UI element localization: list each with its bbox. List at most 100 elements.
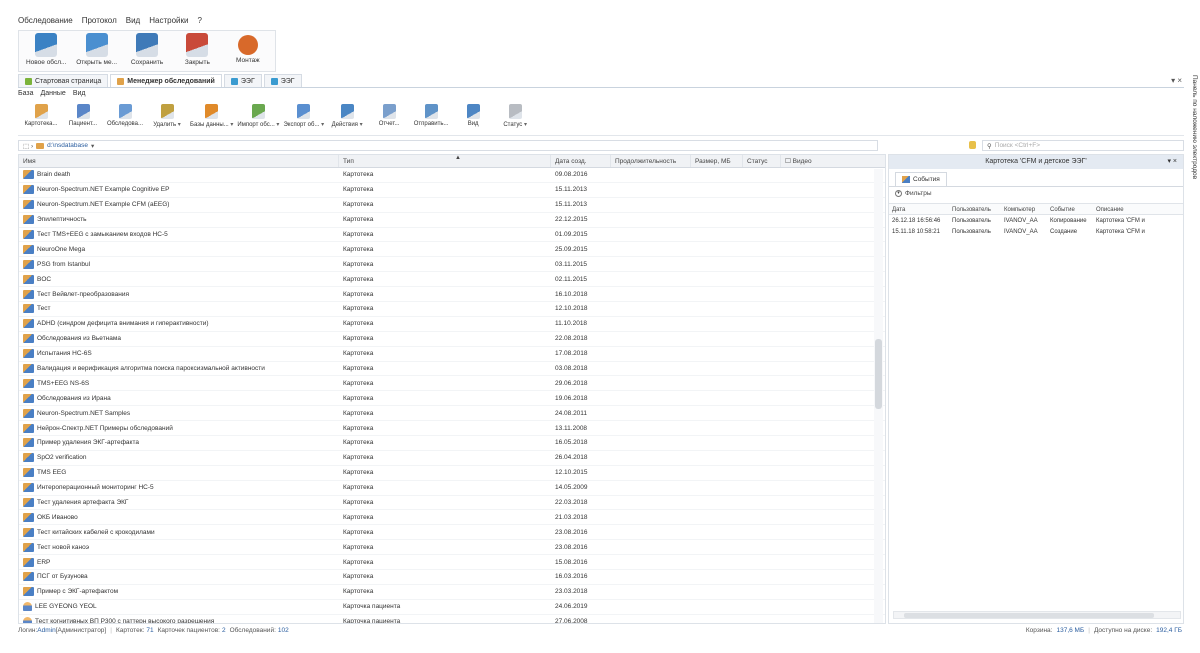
ribbon-button[interactable]: Сохранить xyxy=(124,33,170,69)
search-input[interactable]: ⚲ Поиск <Ctrl+F> xyxy=(982,140,1184,151)
table-row[interactable]: Тест TMS+EEG с замыканием входов НС-5 Кар… xyxy=(19,228,885,243)
events-col-date[interactable]: Дата xyxy=(889,204,949,214)
address-nav[interactable]: ⬚ › xyxy=(23,142,33,150)
table-row[interactable]: Обследования из Ирана Картотека 19.06.2018 xyxy=(19,391,885,407)
submenu-item[interactable]: Вид xyxy=(73,90,86,102)
toolbar-button[interactable]: Обследова... xyxy=(106,104,144,133)
table-row[interactable]: Испытания НС-6S Картотека 17.08.2018 xyxy=(19,347,885,362)
table-row[interactable]: Тест новой каноэ Картотека 23.08.2016 xyxy=(19,540,885,556)
table-row[interactable]: Тест когнитивных ВП P300 с паттерн высок… xyxy=(19,615,885,624)
events-col-computer[interactable]: Компьютер xyxy=(1001,204,1047,214)
grid-scrollbar[interactable] xyxy=(874,169,883,623)
table-row[interactable]: ADHD (синдром дефицита внимания и гипера… xyxy=(19,317,885,332)
table-row[interactable]: Neuron-Spectrum.NET Example CFM (aEEG) Ка… xyxy=(19,198,885,213)
panel-controls[interactable]: ▾ × xyxy=(1167,155,1177,169)
toolbar-button[interactable]: Статус xyxy=(496,104,534,133)
events-col-event[interactable]: Событие xyxy=(1047,204,1093,214)
table-row[interactable]: Нейрон-Спектр.NET Примеры обследований Ка… xyxy=(19,421,885,437)
table-row[interactable]: ПСГ от Бузунова Картотека 16.03.2016 xyxy=(19,570,885,585)
event-row[interactable]: 26.12.18 16:56:46 Пользователь IVANOV_AA Ко… xyxy=(889,215,1183,226)
submenu-item[interactable]: Данные xyxy=(41,90,66,102)
events-scrollbar[interactable] xyxy=(893,611,1181,619)
column-video[interactable]: ☐ Видео xyxy=(781,155,875,167)
events-col-user[interactable]: Пользователь xyxy=(949,204,1001,214)
column-status[interactable]: Статус xyxy=(743,155,781,167)
column-type[interactable]: Тип xyxy=(339,155,551,167)
table-row[interactable]: ОКБ Иваново Картотека 21.03.2018 xyxy=(19,510,885,526)
address-path[interactable]: d:\nsdatabase xyxy=(47,142,88,149)
table-row[interactable]: Тест китайских кабелей с крокодилами Карт… xyxy=(19,525,885,541)
table-row[interactable]: Эпилептичность Картотека 22.12.2015 xyxy=(19,213,885,228)
document-tab[interactable]: ЭЭГ xyxy=(223,74,262,87)
menu-item[interactable]: Настройки xyxy=(149,16,188,30)
table-row[interactable]: Neuron-Spectrum.NET Samples Картотека 24.0… xyxy=(19,406,885,422)
scrollbar-thumb[interactable] xyxy=(875,339,882,409)
window-controls[interactable]: ▾ × xyxy=(1171,76,1182,85)
toolbar-button-label: Вид xyxy=(467,121,479,127)
ribbon-button[interactable]: Новое обсл... xyxy=(23,33,69,69)
login-user[interactable]: Admin xyxy=(37,627,55,634)
menu-item[interactable]: ? xyxy=(197,16,201,30)
table-row[interactable]: NeuroOne Mega Картотека 25.09.2015 xyxy=(19,242,885,258)
table-row[interactable]: Brain death Картотека 09.08.2016 xyxy=(19,168,885,183)
table-row[interactable]: Пример удаления ЭКГ-артефакта Картотека 16… xyxy=(19,436,885,451)
cell-type: Картотека xyxy=(343,216,374,224)
cell-type: Карточка пациента xyxy=(343,618,401,624)
filters-toggle[interactable]: ▾ Фильтры xyxy=(889,187,1183,200)
submenu-item[interactable]: База xyxy=(18,90,34,102)
events-col-description[interactable]: Описание xyxy=(1093,204,1181,214)
ribbon-button[interactable]: Открыть ме... xyxy=(73,33,119,69)
table-row[interactable]: Neuron-Spectrum.NET Example Cognitive EP… xyxy=(19,183,885,198)
table-row[interactable]: PSG from Istanbul Картотека 03.11.2015 xyxy=(19,257,885,273)
document-tab[interactable]: Стартовая страница xyxy=(18,74,109,87)
toolbar-button[interactable]: Отчет... xyxy=(370,104,408,133)
table-row[interactable]: BOC Картотека 02.11.2015 xyxy=(19,272,885,288)
cell-type: Картотека xyxy=(343,439,374,447)
column-size[interactable]: Размер, МБ xyxy=(691,155,743,167)
toolbar-button[interactable]: Отправить... xyxy=(412,104,450,133)
menu-item[interactable]: Протокол xyxy=(82,16,117,30)
toolbar-button[interactable]: Базы данны... xyxy=(190,104,233,133)
column-name[interactable]: Имя xyxy=(19,155,339,167)
report-icon xyxy=(382,104,396,119)
menu-item[interactable]: Вид xyxy=(126,16,140,30)
toolbar-button[interactable]: Действия xyxy=(328,104,366,133)
chevron-down-icon[interactable]: ▾ xyxy=(91,142,94,150)
toolbar-button[interactable]: Экспорт об... xyxy=(283,104,324,133)
table-row[interactable]: Тест Картотека 12.10.2018 xyxy=(19,302,885,317)
ribbon-button[interactable]: Закрыть xyxy=(174,33,220,69)
card-index-icon xyxy=(23,408,34,418)
tab-events[interactable]: События xyxy=(895,172,947,186)
toolbar-button[interactable]: Импорт обс... xyxy=(237,104,279,133)
table-row[interactable]: Тест Вейвлет-преобразования Картотека 16.1… xyxy=(19,287,885,303)
column-duration[interactable]: Продолжительность xyxy=(611,155,691,167)
electrode-panel-tab[interactable]: Панель по наложению электродов xyxy=(1186,75,1198,205)
ribbon-button[interactable]: Монтаж xyxy=(225,33,271,69)
table-row[interactable]: Тест удаления артефакта ЭКГ Картотека 22.0… xyxy=(19,496,885,511)
table-row[interactable]: TMS+EEG NS-6S Картотека 29.06.2018 xyxy=(19,376,885,392)
document-tab[interactable]: ЭЭГ xyxy=(263,74,302,87)
table-row[interactable]: Обследования из Вьетнама Картотека 22.08.2… xyxy=(19,332,885,347)
table-row[interactable]: LEE GYEONG YEOL Карточка пациента 24.06.20… xyxy=(19,600,885,615)
document-tab[interactable]: Менеджер обследований xyxy=(110,74,222,87)
cell-type: Картотека xyxy=(343,320,374,328)
menu-item[interactable]: Обследование xyxy=(18,16,73,30)
toolbar-button[interactable]: Пациент... xyxy=(64,104,102,133)
exams-count: 102 xyxy=(277,627,289,634)
toolbar-button[interactable]: Удалить xyxy=(148,104,186,133)
address-bar[interactable]: ⬚ › d:\nsdatabase ▾ xyxy=(18,140,878,151)
table-row[interactable]: Интероперационный мониторинг НС-5 Картоте… xyxy=(19,481,885,496)
cell-name-text: ПСГ от Бузунова xyxy=(37,573,88,581)
column-date[interactable]: Дата созд. xyxy=(551,155,611,167)
table-row[interactable]: ERP Картотека 15.08.2016 xyxy=(19,555,885,571)
scrollbar-thumb[interactable] xyxy=(904,613,1154,618)
table-row[interactable]: SpO2 verification Картотека 26.04.2018 xyxy=(19,451,885,466)
table-row[interactable]: Пример с ЭКГ-артефактом Картотека 23.03.20… xyxy=(19,585,885,600)
event-row[interactable]: 15.11.18 10:58:21 Пользователь IVANOV_AA Со… xyxy=(889,226,1183,237)
table-row[interactable]: TMS EEG Картотека 12.10.2015 xyxy=(19,466,885,481)
search-options-icon[interactable] xyxy=(969,141,976,149)
table-row[interactable]: Валидация и верификация алгоритма поиска… xyxy=(19,362,885,377)
toolbar-button[interactable]: Картотека... xyxy=(22,104,60,133)
folder-icon xyxy=(36,142,45,149)
toolbar-button[interactable]: Вид xyxy=(454,104,492,133)
